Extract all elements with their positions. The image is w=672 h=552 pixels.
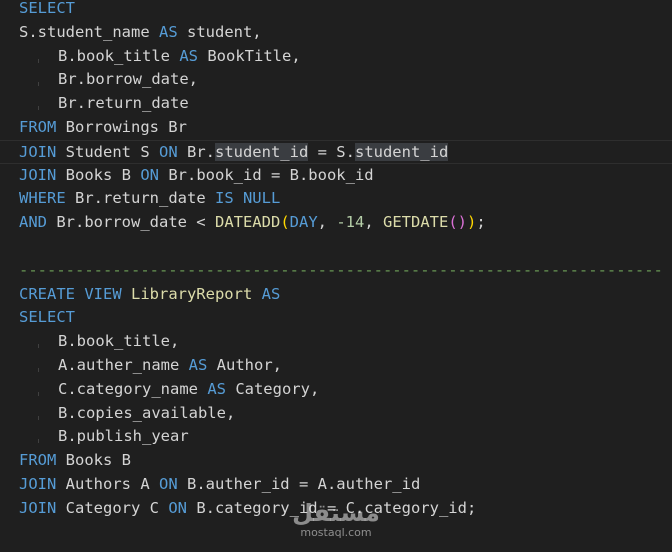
code-text: , bbox=[317, 213, 337, 232]
code-line: WHERE Br.return_date IS NULL bbox=[0, 187, 672, 211]
sql-keyword: CREATE VIEW bbox=[19, 284, 122, 303]
current-line[interactable]: JOIN Student S ON Br.student_id = S.stud… bbox=[0, 139, 672, 164]
code-line: B.publish_year bbox=[0, 425, 672, 449]
code-text: C.category_name bbox=[58, 379, 208, 398]
code-text: B.copies_available, bbox=[58, 403, 236, 422]
sql-keyword: AS bbox=[158, 22, 178, 41]
highlighted-occurrence: student_id bbox=[354, 142, 449, 161]
code-text: Br.borrow_date < bbox=[47, 213, 215, 232]
code-text: student, bbox=[177, 22, 262, 41]
code-text: Br.book_id = B.book_id bbox=[159, 165, 374, 184]
sql-keyword: AS bbox=[207, 379, 226, 398]
code-text: Books B bbox=[56, 451, 131, 470]
watermark-url: mostaql.com bbox=[300, 526, 372, 539]
code-line: C.category_name AS Category, bbox=[0, 378, 672, 402]
sql-keyword: FROM bbox=[19, 451, 57, 470]
sql-keyword: FROM bbox=[19, 118, 57, 136]
code-line: ----------------------------------------… bbox=[0, 259, 672, 283]
bracket: () bbox=[448, 213, 467, 232]
code-line: S.student_name AS student, bbox=[0, 21, 672, 45]
code-line: CREATE VIEW LibraryReport AS bbox=[0, 283, 672, 307]
bracket: ( bbox=[280, 213, 290, 232]
code-line: B.book_title, bbox=[0, 330, 672, 354]
sql-keyword: DAY bbox=[289, 213, 318, 232]
code-text: B.auther_id = A.auther_id bbox=[177, 475, 421, 493]
sql-keyword: SELECT bbox=[19, 308, 75, 327]
code-text: , bbox=[364, 213, 383, 232]
code-editor[interactable]: SELECT S.student_name AS student, B.book… bbox=[0, 0, 672, 552]
sql-keyword: JOIN bbox=[19, 142, 57, 161]
code-text: B.book_title bbox=[58, 46, 180, 65]
code-line: JOIN Books B ON Br.book_id = B.book_id bbox=[0, 164, 672, 188]
code-text: Br.borrow_date, bbox=[58, 70, 198, 89]
separator-comment: ----------------------------------------… bbox=[19, 260, 663, 279]
code-text: A.auther_name bbox=[58, 356, 189, 374]
code-line: B.book_title AS BookTitle, bbox=[0, 45, 672, 69]
sql-keyword: AS bbox=[179, 46, 198, 65]
code-text: S.student_name bbox=[19, 22, 159, 41]
code-text: B.book_title, bbox=[58, 332, 180, 351]
sql-keyword: ON bbox=[158, 142, 178, 161]
bracket: ) bbox=[467, 213, 477, 232]
code-text: Author, bbox=[207, 356, 282, 374]
sql-keyword: IS NULL bbox=[214, 189, 281, 208]
sql-keyword: WHERE bbox=[19, 189, 66, 208]
sql-keyword: JOIN bbox=[19, 498, 57, 517]
number-literal: -14 bbox=[336, 213, 365, 232]
code-text: Category, bbox=[225, 379, 320, 398]
code-line: B.copies_available, bbox=[0, 402, 672, 426]
code-text: ; bbox=[476, 213, 486, 232]
code-text: Books B bbox=[56, 165, 141, 184]
sql-keyword: AND bbox=[19, 213, 47, 232]
code-line: Br.return_date bbox=[0, 92, 672, 116]
sql-keyword: JOIN bbox=[19, 475, 57, 493]
code-line: SELECT bbox=[0, 306, 672, 330]
code-text: B.publish_year bbox=[58, 427, 189, 446]
code-text: Br.return_date bbox=[65, 189, 215, 208]
code-text: Borrowings Br bbox=[56, 118, 187, 136]
sql-keyword: ON bbox=[158, 475, 178, 493]
code-text: Br. bbox=[177, 142, 215, 161]
sql-function: DATEADD bbox=[214, 213, 281, 232]
sql-keyword: ON bbox=[168, 498, 187, 517]
sql-keyword: AS bbox=[261, 284, 281, 303]
code-text: = S. bbox=[308, 142, 355, 161]
code-text: Student S bbox=[56, 142, 159, 161]
sql-keyword: SELECT bbox=[19, 0, 75, 17]
code-line: Br.borrow_date, bbox=[0, 68, 672, 92]
view-name: LibraryReport bbox=[121, 284, 262, 303]
highlighted-occurrence: student_id bbox=[214, 142, 309, 161]
code-line: JOIN Authors A ON B.auther_id = A.auther… bbox=[0, 473, 672, 497]
sql-keyword: JOIN bbox=[19, 165, 57, 184]
code-line: SELECT bbox=[0, 0, 672, 21]
code-line: FROM Books B bbox=[0, 449, 672, 473]
code-text: Br.return_date bbox=[58, 94, 189, 113]
sql-function: GETDATE bbox=[383, 213, 449, 232]
code-text: Authors A bbox=[56, 475, 159, 493]
code-line: AND Br.borrow_date < DATEADD(DAY, -14, G… bbox=[0, 211, 672, 235]
sql-keyword: AS bbox=[188, 356, 208, 374]
code-text: Category C bbox=[56, 498, 169, 517]
code-line: A.auther_name AS Author, bbox=[0, 354, 672, 378]
code-line: FROM Borrowings Br bbox=[0, 116, 672, 140]
code-text: BookTitle, bbox=[198, 46, 301, 65]
sql-keyword: ON bbox=[140, 165, 159, 184]
code-text: B.category_id = C.category_id; bbox=[186, 498, 477, 517]
code-line: JOIN Category C ON B.category_id = C.cat… bbox=[0, 497, 672, 521]
